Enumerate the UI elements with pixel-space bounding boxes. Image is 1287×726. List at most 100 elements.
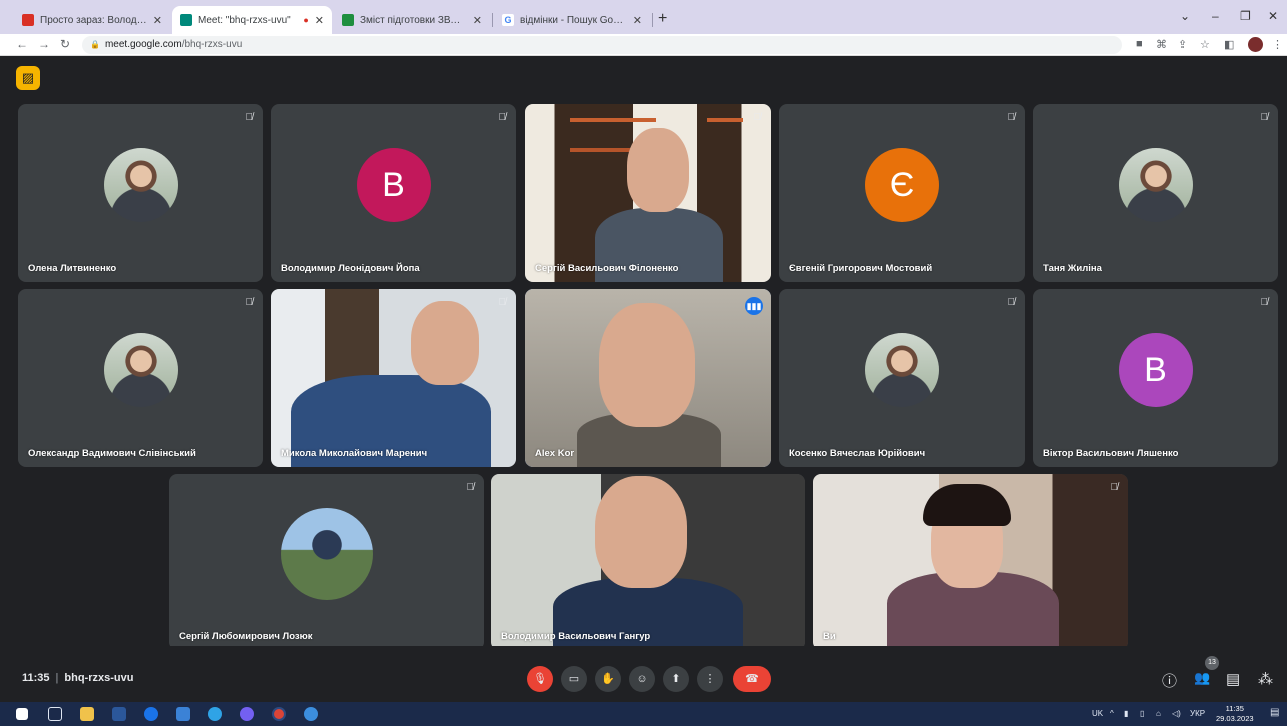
side-panel-icon[interactable]: ◧: [1224, 38, 1234, 51]
participant-tile[interactable]: 🎙̸ Олександр Вадимович Слівінський: [18, 289, 263, 467]
participant-tile[interactable]: 🎙̸ Є Євгеній Григорович Мостовий: [779, 104, 1025, 282]
participant-name: Олена Литвиненко: [28, 263, 117, 274]
raise-hand-button[interactable]: ✋: [595, 666, 621, 692]
participant-face: [411, 301, 479, 385]
network-icon[interactable]: ⌂: [1156, 709, 1161, 718]
bookmark-star-icon[interactable]: ☆: [1200, 38, 1210, 51]
participant-video: [271, 289, 516, 467]
lock-icon: 🔒: [90, 40, 100, 49]
participant-tile[interactable]: 🎙̸ Сергій Любомирович Лозюк: [169, 474, 484, 650]
word-icon[interactable]: [112, 707, 126, 721]
url-field[interactable]: 🔒 meet.google.com/bhq-rzxs-uvu: [82, 36, 1122, 54]
participant-tile[interactable]: 🎙̸ В Володимир Леонідович Йопа: [271, 104, 516, 282]
tray-app-icon[interactable]: ▮: [1124, 709, 1128, 718]
google-icon: G: [502, 14, 514, 26]
browser-menu-icon[interactable]: ⋮: [1272, 38, 1283, 51]
emoji-icon: ☺: [636, 673, 648, 685]
meeting-controls-bar: 11:35 | bhq-rzxs-uvu 🎙 ▭ ✋ ☺ ⬆ ⋮ ☎ ⓘ 13 👥 …: [0, 646, 1287, 702]
emoji-button[interactable]: ☺: [629, 666, 655, 692]
store-icon[interactable]: [176, 707, 190, 721]
present-button[interactable]: ⬆: [663, 666, 689, 692]
info-button[interactable]: ⓘ: [1162, 670, 1177, 691]
people-button[interactable]: 👥: [1194, 670, 1210, 686]
muted-mic-icon: 🎙̸: [466, 482, 475, 493]
muted-mic-icon: 🎙̸: [753, 112, 762, 123]
telegram-icon[interactable]: [304, 707, 318, 721]
participant-face: [595, 476, 687, 588]
maximize-button[interactable]: ❐: [1240, 9, 1251, 23]
tab-separator: [492, 13, 493, 27]
windows-start-icon[interactable]: [16, 708, 28, 720]
battery-icon[interactable]: ▯: [1140, 709, 1144, 718]
close-tab-icon[interactable]: ✕: [473, 14, 482, 27]
hang-up-button[interactable]: ☎: [733, 666, 771, 692]
share-icon[interactable]: ⇪: [1178, 38, 1187, 51]
participant-video: [525, 289, 771, 467]
app-icon[interactable]: [144, 707, 158, 721]
profile-avatar[interactable]: [1248, 37, 1263, 52]
translate-icon[interactable]: ⌘: [1156, 38, 1167, 51]
participant-letter-avatar: Є: [865, 148, 939, 222]
meet-stage: ▨ 🎙̸ Олена Литвиненко 🎙̸ В Володимир Лео…: [0, 56, 1287, 702]
info-icon: ⓘ: [1162, 673, 1178, 690]
raise-hand-icon: ✋: [601, 673, 615, 685]
more-options-button[interactable]: ⋮: [697, 666, 723, 692]
mic-off-button[interactable]: 🎙: [527, 666, 553, 692]
tab-sheets[interactable]: Зміст підготовки ЗВО за освітні ✕: [334, 6, 490, 34]
participant-tile[interactable]: 🎙̸ В Віктор Васильович Ляшенко: [1033, 289, 1278, 467]
activities-button[interactable]: ⁂: [1258, 670, 1273, 688]
close-tab-icon[interactable]: ✕: [633, 14, 642, 27]
bookshelf-books: [570, 118, 656, 122]
muted-mic-icon: 🎙̸: [1007, 297, 1016, 308]
participant-tile[interactable]: 🎙̸ Ви: [813, 474, 1128, 650]
meet-icon: [180, 14, 192, 26]
participant-tile[interactable]: 🎙̸ Таня Жиліна: [1033, 104, 1278, 282]
camera-in-use-icon[interactable]: ■: [1136, 38, 1143, 50]
chrome-icon[interactable]: [272, 707, 286, 721]
participant-face: [627, 128, 689, 212]
participant-name: Ви: [823, 631, 836, 642]
participant-photo-avatar: [280, 508, 373, 600]
participant-tile[interactable]: 🎙̸ Олена Литвиненко: [18, 104, 263, 282]
new-tab-button[interactable]: +: [658, 10, 667, 28]
camera-button[interactable]: ▭: [561, 666, 587, 692]
tab-meet[interactable]: Meet: "bhq-rzxs-uvu" ● ✕: [172, 6, 332, 34]
participant-name: Сергій Любомирович Лозюк: [179, 631, 313, 642]
participant-name: Сергій Васильович Філоненко: [535, 263, 679, 274]
participant-letter-avatar: В: [1118, 333, 1193, 407]
reload-icon[interactable]: ↻: [60, 37, 70, 51]
task-view-icon[interactable]: [48, 707, 62, 721]
participant-tile[interactable]: Володимир Васильович Гангур: [491, 474, 805, 650]
participant-letter-avatar: В: [356, 148, 431, 222]
muted-mic-icon: 🎙̸: [1260, 112, 1269, 123]
participant-video: [525, 104, 771, 282]
close-window-button[interactable]: ✕: [1268, 9, 1278, 23]
minimize-button[interactable]: –: [1212, 9, 1219, 23]
back-icon[interactable]: ←: [16, 37, 28, 51]
participant-tile[interactable]: 🎙̸ Сергій Васильович Філоненко: [525, 104, 771, 282]
taskbar-clock[interactable]: 11:35 29.03.2023: [1216, 704, 1254, 724]
meeting-time: 11:35: [22, 672, 50, 684]
language-indicator[interactable]: UK: [1092, 709, 1103, 718]
viber-icon[interactable]: [240, 707, 254, 721]
participant-tile[interactable]: 🎙̸ Косенко Вячеслав Юрійович: [779, 289, 1025, 467]
close-tab-icon[interactable]: ✕: [153, 14, 162, 27]
participant-tile[interactable]: 🎙̸ Микола Миколайович Маренич: [271, 289, 516, 467]
tab-search-icon[interactable]: ⌄: [1180, 9, 1190, 23]
camera-off-badge-icon[interactable]: ▨: [16, 66, 40, 90]
tab-title: Зміст підготовки ЗВО за освітні: [360, 14, 467, 26]
close-tab-icon[interactable]: ✕: [315, 14, 324, 27]
notifications-icon[interactable]: ▤: [1270, 707, 1279, 718]
chat-button[interactable]: ▤: [1226, 670, 1240, 688]
participant-tile-active-speaker[interactable]: ▮▮▮ Alex Kor: [525, 289, 771, 467]
tab-title: відмінки - Пошук Google: [520, 14, 627, 26]
forward-icon[interactable]: →: [38, 37, 50, 51]
tab-gmail[interactable]: Просто зараз: Володимир Васи ✕: [14, 6, 170, 34]
tray-expand-icon[interactable]: ^: [1110, 709, 1114, 718]
volume-icon[interactable]: ◁): [1172, 709, 1181, 718]
tab-separator: [652, 13, 653, 27]
edge-icon[interactable]: [208, 707, 222, 721]
file-explorer-icon[interactable]: [80, 707, 94, 721]
tab-google-search[interactable]: G відмінки - Пошук Google ✕: [494, 6, 650, 34]
keyboard-layout[interactable]: УКР: [1190, 709, 1205, 718]
